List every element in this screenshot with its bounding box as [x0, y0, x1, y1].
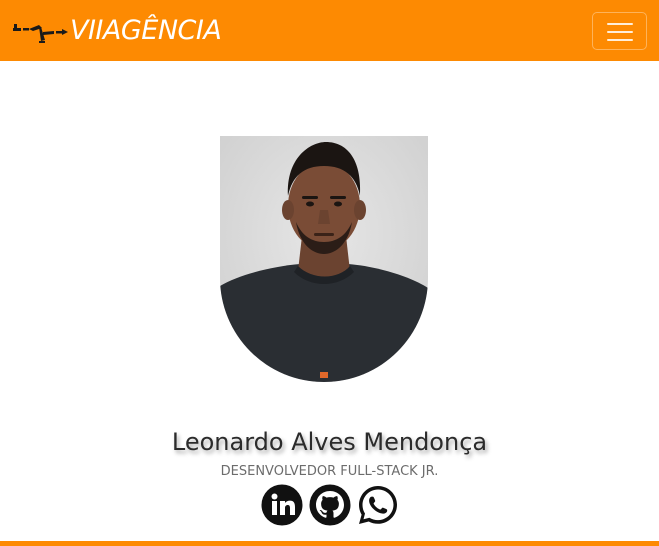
github-link[interactable]: [309, 484, 351, 526]
linkedin-link[interactable]: [261, 484, 303, 526]
profile-role: DESENVOLVEDOR FULL-STACK JR.: [220, 464, 439, 479]
hamburger-menu-icon: [607, 23, 633, 41]
whatsapp-icon: [359, 486, 397, 524]
airplane-icon: [13, 24, 68, 43]
whatsapp-link[interactable]: [357, 484, 399, 526]
social-links: [261, 484, 399, 526]
profile-photo: [220, 136, 428, 382]
brand-text: VIIAGÊNCIA: [70, 15, 222, 46]
footer-accent-bar: [0, 541, 659, 546]
github-icon: [309, 484, 351, 526]
linkedin-icon: [261, 484, 303, 526]
brand-link[interactable]: VIIAGÊNCIA: [12, 11, 222, 51]
profile-name: Leonardo Alves Mendonça: [171, 428, 488, 456]
navbar: VIIAGÊNCIA: [0, 0, 659, 61]
navbar-toggler-button[interactable]: [592, 12, 647, 50]
